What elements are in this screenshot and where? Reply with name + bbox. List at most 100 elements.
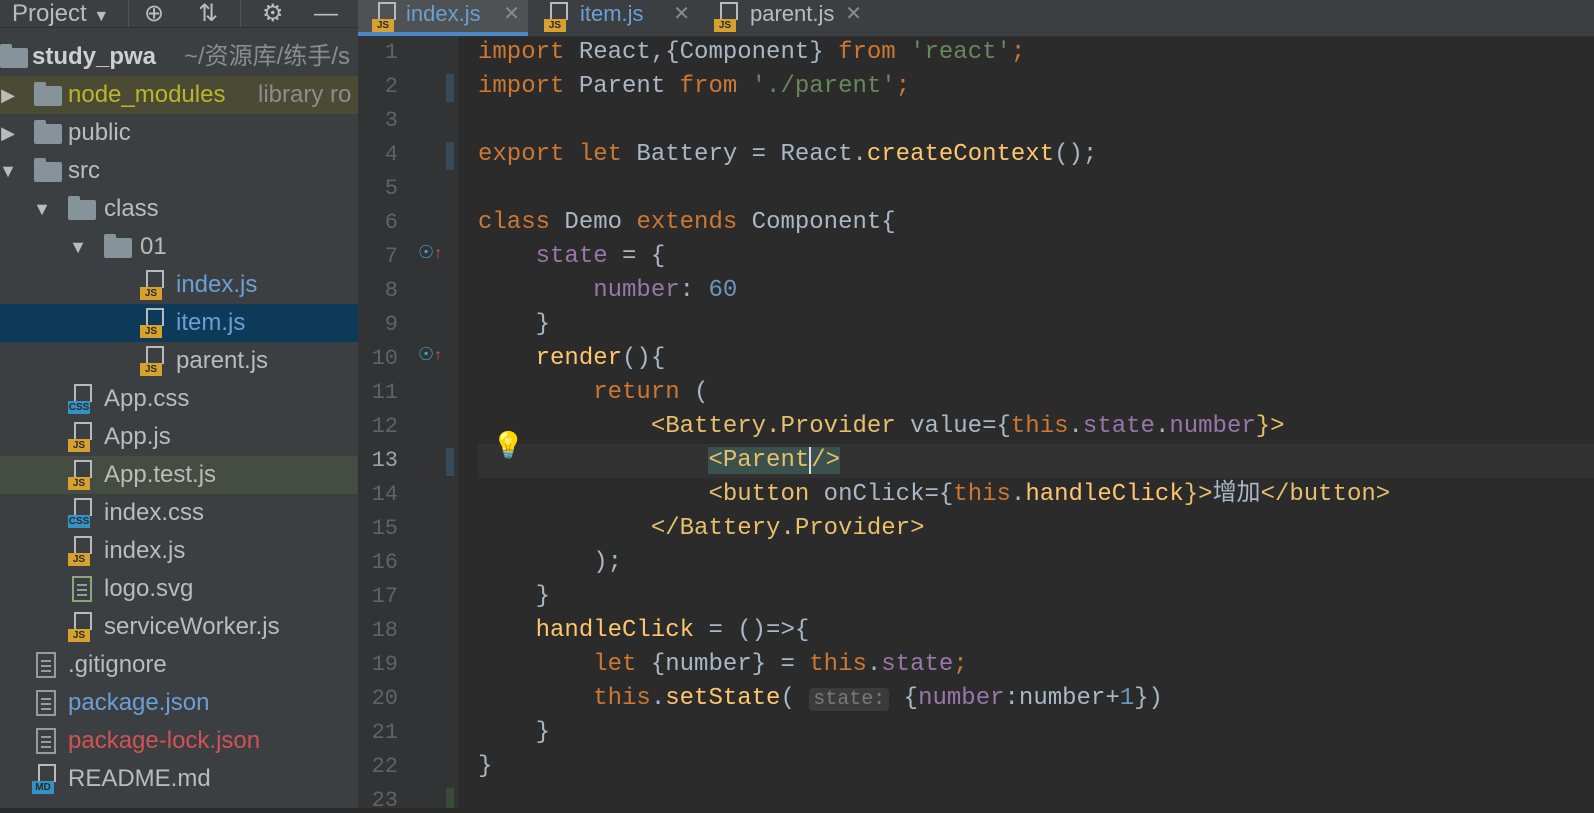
tree-root[interactable]: study_pwa ~/资源库/练手/s bbox=[0, 38, 358, 76]
close-icon[interactable]: ✕ bbox=[503, 0, 520, 28]
target-icon[interactable]: ⊕ bbox=[144, 0, 164, 27]
tree-item-suffix: library ro bbox=[258, 81, 352, 108]
tab-label: item.js bbox=[580, 1, 644, 26]
project-view-selector[interactable]: Project ▼ bbox=[12, 0, 109, 27]
js-file-icon: JS bbox=[68, 612, 94, 642]
tree-item-label: App.js bbox=[104, 423, 171, 450]
code-line: render(){ bbox=[535, 345, 666, 372]
js-file-icon: JS bbox=[140, 346, 166, 376]
tree-item-logo-svg[interactable]: logo.svg bbox=[0, 570, 358, 608]
line-number: 19 bbox=[371, 652, 398, 677]
line-number: 21 bbox=[371, 720, 398, 745]
chevron-down-icon[interactable]: ▼ bbox=[0, 152, 18, 190]
change-marker bbox=[446, 142, 454, 170]
line-number: 14 bbox=[371, 482, 398, 507]
folder-icon bbox=[34, 158, 62, 182]
tree-item-public[interactable]: ▶ public bbox=[0, 114, 358, 152]
tree-item-index-js[interactable]: JS index.js bbox=[0, 266, 358, 304]
toolbar-divider bbox=[240, 0, 241, 27]
tree-item-class[interactable]: ▼ class bbox=[0, 190, 358, 228]
chevron-right-icon[interactable]: ▶ bbox=[0, 114, 18, 152]
line-number: 3 bbox=[384, 108, 398, 133]
editor-panel: JS index.js ✕ JS item.js ✕ JS parent.js … bbox=[358, 0, 1594, 813]
override-marker-icon[interactable]: ☉↑ bbox=[418, 344, 442, 365]
tree-item-parent-js[interactable]: JS parent.js bbox=[0, 342, 358, 380]
tree-item-label: node_modules bbox=[68, 81, 226, 108]
code-line: number: 60 bbox=[593, 277, 738, 304]
tree-item-src-index-js[interactable]: JS index.js bbox=[0, 532, 358, 570]
collapse-icon[interactable]: ⇅ bbox=[198, 0, 218, 27]
line-number: 9 bbox=[384, 312, 398, 337]
code-line: this.setState( state: {number:number+1}) bbox=[593, 685, 1163, 712]
tree-item-label: package.json bbox=[68, 689, 210, 716]
line-number: 18 bbox=[371, 618, 398, 643]
tab-index-js[interactable]: JS index.js ✕ bbox=[358, 0, 528, 36]
folder-icon bbox=[0, 44, 28, 68]
tree-item-package-json[interactable]: package.json bbox=[0, 684, 358, 722]
tree-item-package-lock-json[interactable]: package-lock.json bbox=[0, 722, 358, 760]
code-line: state = { bbox=[535, 243, 666, 270]
tab-item-js[interactable]: JS item.js ✕ bbox=[530, 0, 698, 36]
js-file-icon: JS bbox=[544, 2, 570, 32]
project-toolbar: Project ▼ ⊕ ⇅ ⚙ — bbox=[0, 0, 358, 28]
tree-item-label: index.css bbox=[104, 499, 205, 526]
line-number: 12 bbox=[371, 414, 398, 439]
code-line: export let Battery = React.createContext… bbox=[478, 141, 1098, 168]
folder-icon bbox=[34, 82, 62, 106]
tree-item-01[interactable]: ▼ 01 bbox=[0, 228, 358, 266]
change-marker bbox=[446, 448, 454, 476]
code-line: import React,{Component} from 'react'; bbox=[478, 39, 1026, 66]
tree-item-readme-md[interactable]: MD README.md bbox=[0, 760, 358, 798]
code-line: </Battery.Provider> bbox=[650, 515, 925, 542]
change-marker bbox=[446, 74, 454, 102]
tree-item-app-css[interactable]: CSS App.css bbox=[0, 380, 358, 418]
override-marker-icon[interactable]: ☉↑ bbox=[418, 242, 442, 263]
code-area[interactable]: import React,{Component} from 'react'; i… bbox=[478, 36, 1594, 808]
code-line: <button onClick={this.handleClick}>增加</b… bbox=[708, 481, 1391, 508]
change-marker bbox=[446, 788, 454, 808]
tree-item-label: class bbox=[104, 195, 159, 222]
line-number: 11 bbox=[371, 380, 398, 405]
folder-icon bbox=[68, 196, 96, 220]
tree-item-label: index.js bbox=[104, 537, 186, 564]
tree-item-serviceworker-js[interactable]: JS serviceWorker.js bbox=[0, 608, 358, 646]
chevron-down-icon[interactable]: ▼ bbox=[32, 190, 52, 228]
chevron-down-icon[interactable]: ▼ bbox=[68, 228, 88, 266]
ide-window: Project ▼ ⊕ ⇅ ⚙ — study_pwa ~/资源库/练手/s ▶… bbox=[0, 0, 1594, 813]
code-line-current: <Parent/> bbox=[478, 444, 1594, 478]
chevron-down-icon: ▼ bbox=[93, 8, 110, 25]
js-file-icon: JS bbox=[68, 536, 94, 566]
json-file-icon bbox=[36, 690, 56, 716]
tree-item-label: public bbox=[68, 119, 131, 146]
tree-item-node-modules[interactable]: ▶ node_modules library ro bbox=[0, 76, 358, 114]
tree-item-index-css[interactable]: CSS index.css bbox=[0, 494, 358, 532]
project-panel: Project ▼ ⊕ ⇅ ⚙ — study_pwa ~/资源库/练手/s ▶… bbox=[0, 0, 358, 808]
line-number: 22 bbox=[371, 754, 398, 779]
tree-item-label: src bbox=[68, 157, 100, 184]
root-name: study_pwa bbox=[32, 43, 157, 70]
minimize-icon[interactable]: — bbox=[314, 0, 338, 27]
tree-item-app-test-js[interactable]: JS App.test.js bbox=[0, 456, 358, 494]
chevron-right-icon[interactable]: ▶ bbox=[0, 76, 18, 114]
tree-item-app-js[interactable]: JS App.js bbox=[0, 418, 358, 456]
tree-item-label: item.js bbox=[176, 309, 246, 336]
gear-icon[interactable]: ⚙ bbox=[262, 0, 284, 27]
code-line: } bbox=[535, 719, 551, 746]
close-icon[interactable]: ✕ bbox=[845, 0, 862, 28]
js-file-icon: JS bbox=[140, 270, 166, 300]
tree-item-item-js[interactable]: JS item.js bbox=[0, 304, 358, 342]
editor-tab-bar: JS index.js ✕ JS item.js ✕ JS parent.js … bbox=[358, 0, 1594, 37]
tree-item-src[interactable]: ▼ src bbox=[0, 152, 358, 190]
toolbar-divider bbox=[128, 0, 129, 27]
close-icon[interactable]: ✕ bbox=[673, 0, 690, 28]
tree-item-label: package-lock.json bbox=[68, 727, 261, 754]
tree-item-label: parent.js bbox=[176, 347, 269, 374]
code-line: let {number} = this.state; bbox=[593, 651, 968, 678]
code-line: ); bbox=[593, 549, 623, 576]
code-line: <Battery.Provider value={this.state.numb… bbox=[650, 413, 1285, 440]
tab-parent-js[interactable]: JS parent.js ✕ bbox=[700, 0, 870, 36]
tree-item-gitignore[interactable]: .gitignore bbox=[0, 646, 358, 684]
lightbulb-icon[interactable]: 💡 bbox=[492, 430, 524, 461]
tree-item-label: serviceWorker.js bbox=[104, 613, 280, 640]
text-file-icon bbox=[36, 652, 56, 678]
